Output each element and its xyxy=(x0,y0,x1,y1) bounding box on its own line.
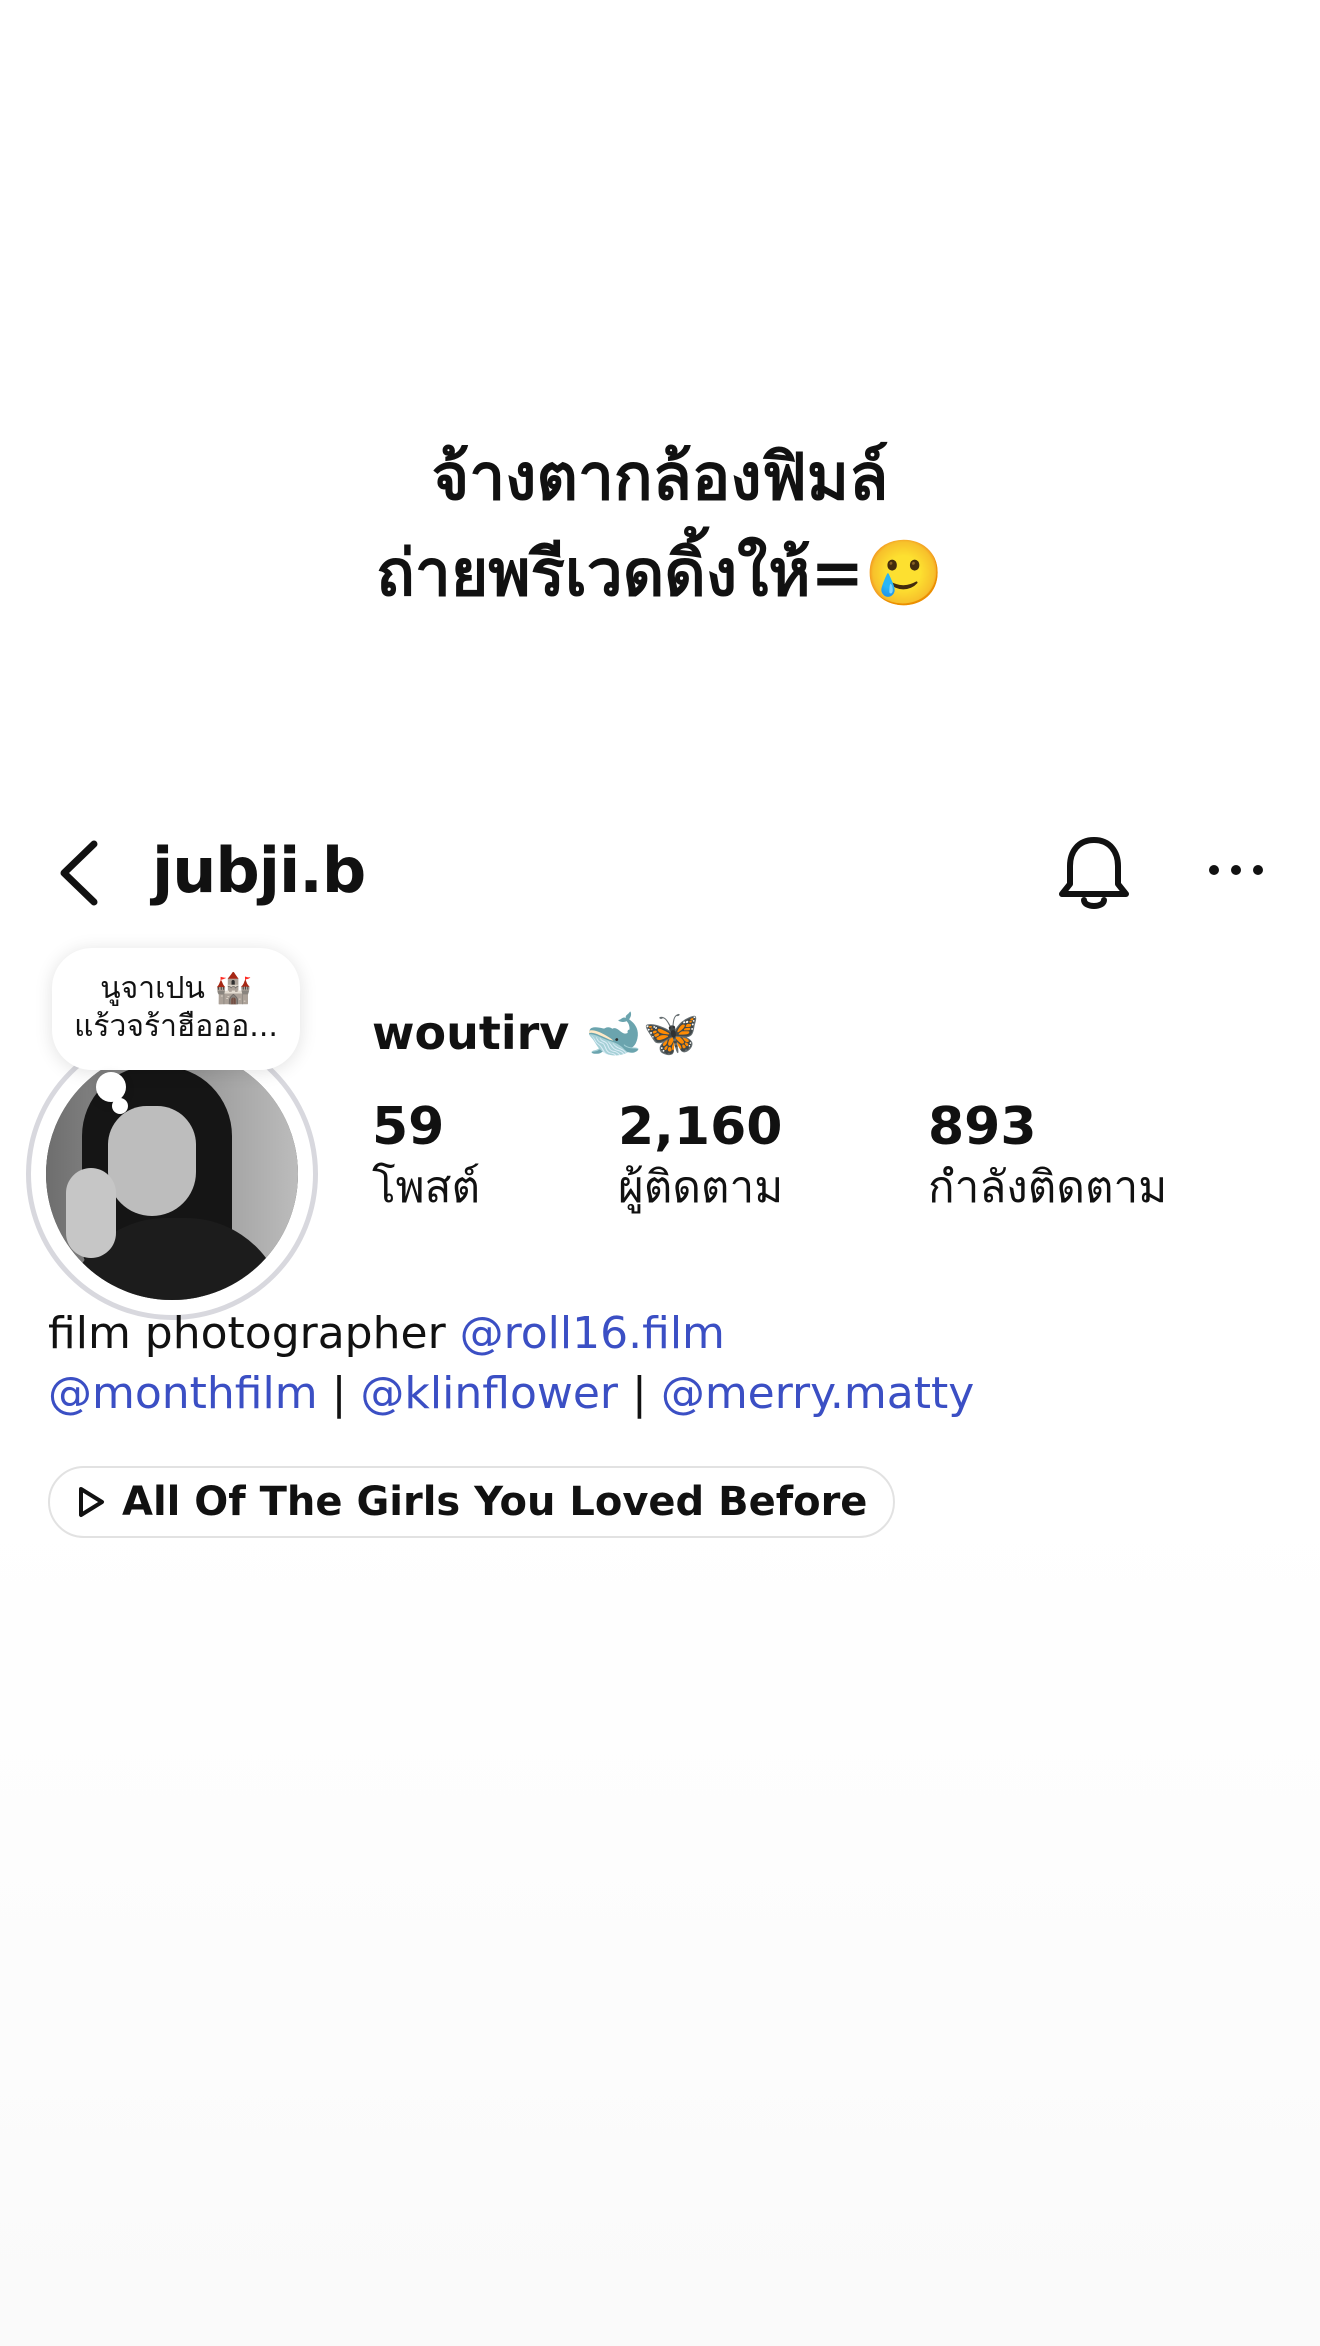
posts-stat[interactable]: 59 โพสต์ xyxy=(372,1096,480,1218)
followers-stat[interactable]: 2,160 ผู้ติดตาม xyxy=(618,1096,783,1218)
posts-label: โพสต์ xyxy=(372,1162,481,1213)
mention-link-merry-matty[interactable]: @merry.matty xyxy=(661,1368,974,1419)
followers-count: 2,160 xyxy=(618,1097,783,1157)
bell-icon xyxy=(1059,837,1129,909)
bio-line-2: @monthfilm | @klinflower | @merry.matty xyxy=(48,1364,974,1424)
note-line-2: แร้วจร้าฮือออ... xyxy=(74,1009,278,1044)
avatar-photo xyxy=(46,1048,298,1300)
mention-link-roll16[interactable]: @roll16.film xyxy=(460,1308,725,1359)
caption-line-2: ถ่ายพรีเวดดิ้งให้=🥲 xyxy=(376,537,944,611)
screen: จ้างตากล้องฟิมล์ ถ่ายพรีเวดดิ้งให้=🥲 jub… xyxy=(0,0,1320,2346)
display-name: woutirv 🐋🦋 xyxy=(372,1006,700,1060)
more-horizontal-icon xyxy=(1209,865,1263,875)
more-options-button[interactable] xyxy=(1206,850,1266,890)
following-stat[interactable]: 893 กำลังติดตาม xyxy=(928,1096,1167,1218)
profile-username: jubji.b xyxy=(152,834,366,907)
back-button[interactable] xyxy=(52,838,112,908)
following-count: 893 xyxy=(928,1097,1037,1157)
chevron-left-icon xyxy=(60,840,98,906)
avatar[interactable] xyxy=(26,1028,326,1328)
following-label: กำลังติดตาม xyxy=(928,1162,1168,1213)
bio-separator: | xyxy=(618,1368,661,1419)
bio-separator: | xyxy=(317,1368,361,1419)
profile-header: jubji.b xyxy=(0,820,1320,920)
play-icon xyxy=(79,1487,104,1517)
note-line-1: นูจาเปน 🏰 xyxy=(100,971,252,1006)
caption-line-1: จ้างตากล้องฟิมล์ xyxy=(431,441,889,515)
music-title: All Of The Girls You Loved Before xyxy=(122,1479,868,1525)
profile-bio: film photographer @roll16.film @monthfil… xyxy=(48,1304,974,1424)
bio-line-1: film photographer @roll16.film xyxy=(48,1304,974,1364)
note-bubble-tail-small xyxy=(112,1098,128,1114)
bio-text: film photographer xyxy=(48,1308,460,1359)
story-caption: จ้างตากล้องฟิมล์ ถ่ายพรีเวดดิ้งให้=🥲 xyxy=(0,430,1320,622)
mention-link-klinflower[interactable]: @klinflower xyxy=(360,1368,618,1419)
followers-label: ผู้ติดตาม xyxy=(618,1162,784,1213)
profile-note-bubble[interactable]: นูจาเปน 🏰 แร้วจร้าฮือออ... xyxy=(52,948,300,1070)
profile-music-button[interactable]: All Of The Girls You Loved Before xyxy=(48,1466,896,1538)
mention-link-monthfilm[interactable]: @monthfilm xyxy=(48,1368,318,1419)
posts-count: 59 xyxy=(372,1097,445,1157)
notifications-button[interactable] xyxy=(1056,832,1132,916)
